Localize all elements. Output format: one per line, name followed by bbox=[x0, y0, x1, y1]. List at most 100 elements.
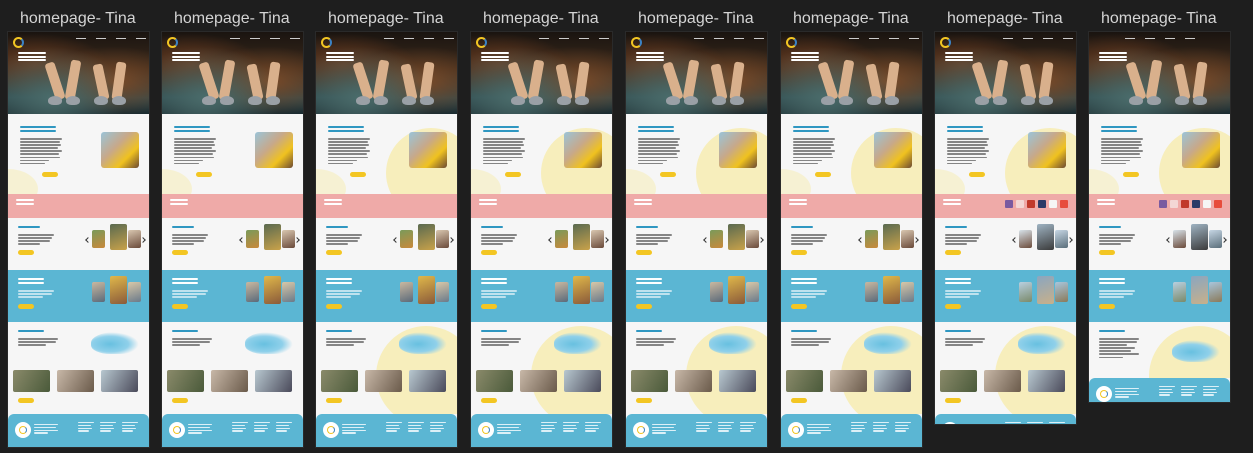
learn-more-button[interactable] bbox=[1099, 250, 1115, 255]
destination-card[interactable] bbox=[591, 230, 604, 248]
learn-more-button[interactable] bbox=[172, 398, 188, 403]
nav-link[interactable] bbox=[1003, 38, 1013, 39]
program-photo[interactable] bbox=[564, 370, 601, 392]
footer-logo-icon[interactable] bbox=[1096, 386, 1112, 402]
chevron-left-icon[interactable] bbox=[703, 237, 709, 243]
frame-label[interactable]: homepage- Tina bbox=[1089, 6, 1230, 32]
destination-card[interactable] bbox=[865, 282, 878, 302]
footer-link-column[interactable] bbox=[585, 422, 601, 433]
homepage-artboard[interactable] bbox=[8, 32, 149, 447]
nav-link[interactable] bbox=[230, 38, 240, 39]
destination-card[interactable] bbox=[1209, 282, 1222, 302]
nav-link[interactable] bbox=[1145, 38, 1155, 39]
homepage-artboard[interactable] bbox=[316, 32, 457, 447]
program-photo[interactable] bbox=[1028, 370, 1065, 392]
nav-link[interactable] bbox=[734, 38, 744, 39]
program-photo[interactable] bbox=[675, 370, 712, 392]
nav-link[interactable] bbox=[714, 38, 724, 39]
chevron-left-icon[interactable] bbox=[1166, 237, 1172, 243]
program-photo[interactable] bbox=[321, 370, 358, 392]
chevron-right-icon[interactable] bbox=[1221, 237, 1227, 243]
footer-logo-icon[interactable] bbox=[788, 422, 804, 438]
nav-link[interactable] bbox=[1043, 38, 1053, 39]
chevron-right-icon[interactable] bbox=[913, 237, 919, 243]
destination-card[interactable] bbox=[573, 224, 590, 250]
frame-1[interactable]: homepage- Tina bbox=[8, 6, 149, 447]
footer-link-column[interactable] bbox=[254, 422, 270, 433]
destination-card[interactable] bbox=[728, 276, 745, 304]
footer-logo-icon[interactable] bbox=[169, 422, 185, 438]
chevron-right-icon[interactable] bbox=[1067, 237, 1073, 243]
program-photo[interactable] bbox=[631, 370, 668, 392]
learn-more-button[interactable] bbox=[815, 172, 831, 177]
program-photo[interactable] bbox=[13, 370, 50, 392]
program-photo[interactable] bbox=[167, 370, 204, 392]
program-photo[interactable] bbox=[409, 370, 446, 392]
footer-link-column[interactable] bbox=[851, 422, 867, 433]
footer-link-column[interactable] bbox=[563, 422, 579, 433]
learn-more-button[interactable] bbox=[481, 398, 497, 403]
logo-mark-icon[interactable] bbox=[631, 37, 642, 48]
learn-more-button[interactable] bbox=[660, 172, 676, 177]
nav-link[interactable] bbox=[559, 38, 569, 39]
learn-more-button[interactable] bbox=[945, 398, 961, 403]
program-photo[interactable] bbox=[520, 370, 557, 392]
nav-link[interactable] bbox=[1185, 38, 1195, 39]
footer-link-column[interactable] bbox=[740, 422, 756, 433]
nav-link[interactable] bbox=[1063, 38, 1073, 39]
logo-mark-icon[interactable] bbox=[321, 37, 332, 48]
footer-link-column[interactable] bbox=[1027, 422, 1043, 424]
learn-more-button[interactable] bbox=[1123, 172, 1139, 177]
destination-card[interactable] bbox=[1019, 282, 1032, 302]
footer-logo-icon[interactable] bbox=[633, 422, 649, 438]
learn-more-button[interactable] bbox=[350, 172, 366, 177]
destination-card[interactable] bbox=[1037, 276, 1054, 304]
footer-link-column[interactable] bbox=[1159, 386, 1175, 397]
nav-link[interactable] bbox=[599, 38, 609, 39]
learn-more-button[interactable] bbox=[636, 304, 652, 309]
university-logo-icon[interactable] bbox=[1038, 200, 1046, 208]
nav-link[interactable] bbox=[76, 38, 86, 39]
nav-link[interactable] bbox=[1023, 38, 1033, 39]
learn-more-button[interactable] bbox=[326, 398, 342, 403]
footer-logo-icon[interactable] bbox=[942, 422, 958, 424]
destination-card[interactable] bbox=[1055, 230, 1068, 248]
destination-card[interactable] bbox=[400, 282, 413, 302]
footer-link-column[interactable] bbox=[122, 422, 138, 433]
destination-card[interactable] bbox=[573, 276, 590, 304]
university-logo-icon[interactable] bbox=[1027, 200, 1035, 208]
footer-link-column[interactable] bbox=[100, 422, 116, 433]
learn-more-button[interactable] bbox=[172, 304, 188, 309]
footer-logo-icon[interactable] bbox=[323, 422, 339, 438]
university-logo-icon[interactable] bbox=[1005, 200, 1013, 208]
destination-card[interactable] bbox=[264, 224, 281, 250]
program-photo[interactable] bbox=[57, 370, 94, 392]
frame-3[interactable]: homepage- Tina bbox=[316, 6, 457, 447]
learn-more-button[interactable] bbox=[18, 250, 34, 255]
homepage-artboard[interactable] bbox=[1089, 32, 1230, 402]
nav-link[interactable] bbox=[290, 38, 300, 39]
footer-link-column[interactable] bbox=[430, 422, 446, 433]
learn-more-button[interactable] bbox=[791, 304, 807, 309]
learn-more-button[interactable] bbox=[196, 172, 212, 177]
program-photo[interactable] bbox=[786, 370, 823, 392]
learn-more-button[interactable] bbox=[18, 398, 34, 403]
destination-card[interactable] bbox=[418, 224, 435, 250]
frame-label[interactable]: homepage- Tina bbox=[316, 6, 457, 32]
frame-4[interactable]: homepage- Tina bbox=[471, 6, 612, 447]
learn-more-button[interactable] bbox=[636, 250, 652, 255]
destination-card[interactable] bbox=[1019, 230, 1032, 248]
program-photo[interactable] bbox=[984, 370, 1021, 392]
logo-mark-icon[interactable] bbox=[13, 37, 24, 48]
chevron-right-icon[interactable] bbox=[140, 237, 146, 243]
homepage-artboard[interactable] bbox=[162, 32, 303, 447]
nav-link[interactable] bbox=[694, 38, 704, 39]
destination-card[interactable] bbox=[282, 230, 295, 248]
university-logo-icon[interactable] bbox=[1049, 200, 1057, 208]
chevron-right-icon[interactable] bbox=[448, 237, 454, 243]
destination-card[interactable] bbox=[246, 230, 259, 248]
chevron-left-icon[interactable] bbox=[548, 237, 554, 243]
frame-6[interactable]: homepage- Tina bbox=[781, 6, 922, 447]
learn-more-button[interactable] bbox=[945, 304, 961, 309]
frame-label[interactable]: homepage- Tina bbox=[935, 6, 1076, 32]
